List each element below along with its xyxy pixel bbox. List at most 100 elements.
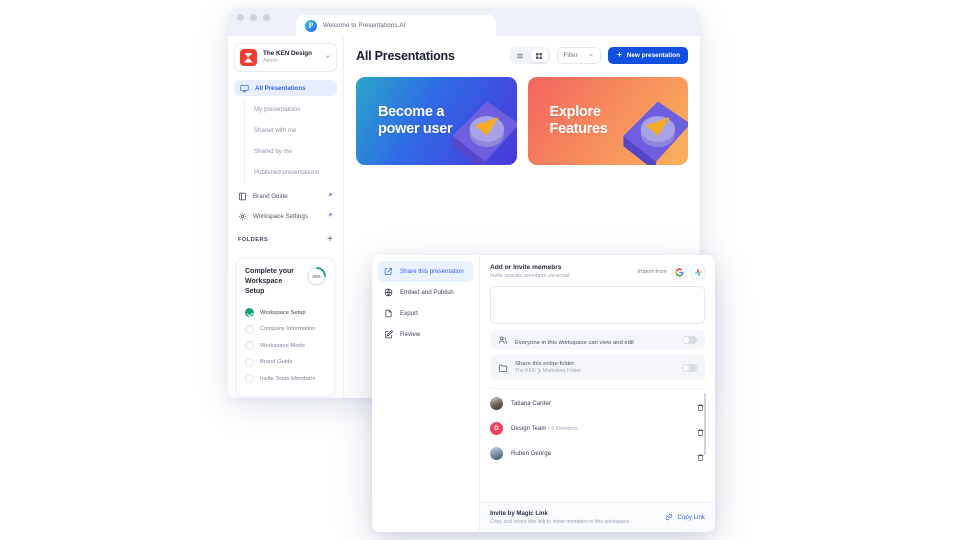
option-title: Everyone in this workspace can view and …: [515, 339, 634, 346]
filter-dropdown[interactable]: Filter: [556, 47, 601, 64]
import-from-label: Import from: [637, 269, 667, 275]
sidebar-item-label: All Presentations: [255, 84, 306, 92]
member-name: Design Team • 8 Members: [511, 425, 688, 432]
list-item[interactable]: Ruben George: [490, 441, 705, 466]
banner-become-a-power-user[interactable]: Become a power user: [356, 77, 517, 165]
list-item[interactable]: D Design Team • 8 Members: [490, 416, 705, 441]
workspace-role: Admin: [263, 58, 278, 65]
presentation-icon: [240, 84, 249, 93]
browser-chrome-bar: P Welcome to Presentations.AI: [228, 8, 700, 36]
sidebar-item-workspace-settings[interactable]: Workspace Settings: [234, 206, 337, 226]
new-presentation-label: New presentation: [626, 52, 680, 59]
main-toolbar: Filter New presentation: [509, 47, 688, 64]
member-list: Tatiana Carder D Design Team • 8 Members: [490, 391, 706, 466]
workspace-setup-header: Complete your Workspace Setup 25%: [245, 267, 326, 297]
invite-header: Add or Invite memebrs Invite specific me…: [490, 264, 705, 279]
option-title: Share this entire folder: [515, 360, 575, 367]
banner-text: Explore Features: [528, 104, 608, 138]
option-text: Everyone in this workspace can view and …: [515, 331, 675, 349]
google-icon[interactable]: [672, 265, 686, 279]
checklist-item-brand-guide[interactable]: Brand Guide: [245, 354, 326, 371]
grid-view-icon[interactable]: [530, 49, 548, 62]
member-name-text: Design Team: [511, 425, 547, 432]
sidebar-item-my-presentations[interactable]: My presentations: [254, 99, 337, 120]
menu-item-embed-and-publish[interactable]: Embed and Publish: [378, 282, 473, 303]
chevron-down-icon[interactable]: [324, 53, 331, 62]
maximize-icon[interactable]: [263, 14, 270, 21]
invite-header-text: Add or Invite memebrs Invite specific me…: [490, 264, 637, 279]
checklist-item-invite-team-members[interactable]: Invite Team Members: [245, 370, 326, 387]
brand-guide-icon: [238, 192, 247, 201]
checklist-item-workspace-setup[interactable]: Workspace Setup: [245, 304, 326, 321]
chevron-down-icon: [588, 52, 594, 60]
new-presentation-button[interactable]: New presentation: [607, 47, 688, 64]
list-item[interactable]: Tatiana Carder: [490, 391, 705, 416]
close-icon[interactable]: [237, 14, 244, 21]
banner-explore-features[interactable]: Explore Features: [527, 77, 688, 165]
menu-item-label: Review: [400, 331, 421, 338]
slack-icon[interactable]: [691, 265, 705, 279]
option-breadcrumb: The KEN ❯ Marketing Folder: [515, 368, 581, 375]
share-icon: [384, 267, 393, 276]
folders-label: FOLDERS: [238, 237, 269, 243]
view-toggle-group: [509, 47, 550, 64]
circle-icon: [245, 374, 254, 384]
banner-art-icon: [623, 101, 688, 165]
sidebar-subitem-label: Shared by me: [254, 148, 292, 155]
sidebar-item-published-presentations[interactable]: Published presentations: [254, 162, 337, 183]
window-controls[interactable]: [237, 8, 270, 36]
copy-link-button[interactable]: Copy Link: [665, 513, 705, 523]
share-modal-body: Add or Invite memebrs Invite specific me…: [480, 255, 715, 502]
invite-email-input[interactable]: [490, 286, 705, 324]
minimize-icon[interactable]: [250, 14, 257, 21]
share-modal-menu: Share this presentation Embed and Publis…: [372, 255, 480, 532]
add-folder-icon[interactable]: +: [327, 235, 333, 245]
option-share-entire-folder[interactable]: Share this entire folder The KEN ❯ Marke…: [490, 355, 705, 380]
member-name: Ruben George: [511, 450, 551, 457]
workspace-name: The KEN Design: [263, 49, 312, 57]
copy-link-label: Copy Link: [677, 514, 705, 521]
file-icon: [384, 309, 393, 318]
menu-item-label: Export: [400, 310, 418, 317]
browser-tab-title: Welcome to Presentations.AI: [323, 22, 406, 29]
sidebar-item-all-presentations[interactable]: All Presentations: [234, 80, 337, 96]
sidebar-item-shared-by-me[interactable]: Shared by me: [254, 141, 337, 162]
menu-item-label: Embed and Publish: [400, 289, 454, 296]
sidebar-extras: Brand Guide Workspace Settings: [234, 186, 337, 226]
sidebar-item-brand-guide[interactable]: Brand Guide: [234, 186, 337, 206]
menu-item-label: Share this presentation: [400, 268, 464, 275]
plus-icon: [616, 51, 623, 60]
checklist-item-workspace-mode[interactable]: Workspace Mode: [245, 337, 326, 354]
workspace-setup-card: Complete your Workspace Setup 25% Worksp…: [236, 258, 335, 397]
toggle-everyone-in-workspace[interactable]: [682, 335, 697, 344]
promo-banners: Become a power user Explore Features: [356, 77, 688, 165]
banner-line-2: power user: [378, 121, 453, 137]
option-everyone-in-workspace[interactable]: Everyone in this workspace can view and …: [490, 330, 705, 349]
external-link-icon[interactable]: [327, 212, 333, 220]
external-link-icon[interactable]: [327, 192, 333, 200]
checklist-item-label: Company Information: [260, 326, 316, 333]
menu-item-share-this-presentation[interactable]: Share this presentation: [378, 261, 473, 282]
menu-item-export[interactable]: Export: [378, 303, 473, 324]
link-icon: [665, 513, 673, 523]
circle-icon: [245, 341, 254, 351]
invite-subtitle: Invite specific members via email: [490, 273, 570, 279]
sidebar-subitem-label: My presentations: [254, 106, 301, 113]
toggle-share-entire-folder[interactable]: [682, 363, 697, 372]
checklist-item-company-information[interactable]: Company Information: [245, 321, 326, 338]
circle-icon: [245, 357, 254, 367]
member-name: Tatiana Carder: [511, 400, 551, 407]
banner-line-1: Become a: [378, 103, 445, 120]
workspace-switcher[interactable]: The KEN Design Admin: [234, 43, 337, 72]
checklist-item-label: Workspace Setup: [260, 309, 306, 316]
menu-item-review[interactable]: Review: [378, 324, 473, 345]
member-meta: • 8 Members: [546, 426, 578, 432]
member-list-scrollbar[interactable]: [704, 393, 706, 455]
folders-section-header: FOLDERS +: [234, 230, 337, 250]
sidebar-item-shared-with-me[interactable]: Shared with me: [254, 120, 337, 141]
browser-tab[interactable]: P Welcome to Presentations.AI: [296, 15, 496, 36]
progress-value: 25%: [312, 274, 321, 279]
invite-title: Add or Invite memebrs: [490, 264, 562, 271]
list-view-icon[interactable]: [512, 49, 529, 62]
page-title: All Presentations: [356, 48, 455, 63]
